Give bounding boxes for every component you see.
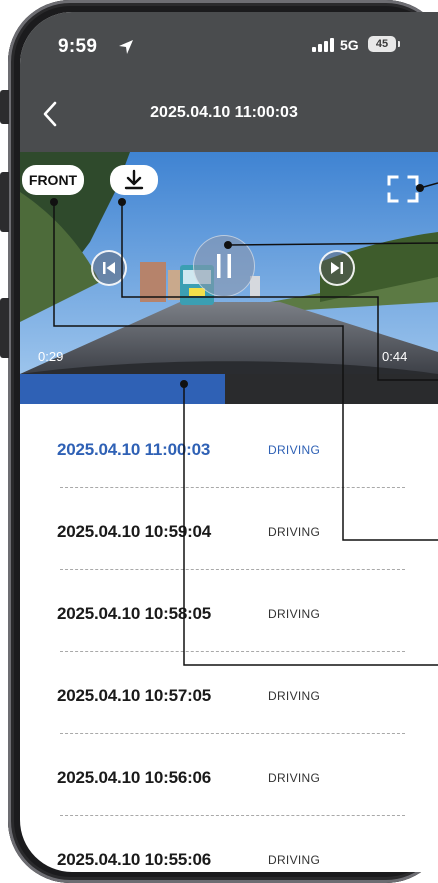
recording-row[interactable]: 2025.04.10 10:58:05 DRIVING (20, 594, 438, 634)
skip-previous-icon (103, 262, 115, 274)
network-type: 5G (340, 37, 359, 53)
pause-button[interactable] (193, 235, 255, 297)
status-time: 9:59 (58, 36, 98, 57)
recording-row[interactable]: 2025.04.10 10:56:06 DRIVING (20, 758, 438, 798)
recording-date: 2025.04.10 10:58:05 (57, 604, 212, 623)
header: 9:59 5G 45 2025.04.10 11:00:03 (20, 12, 438, 152)
row-divider (60, 815, 405, 816)
recording-date: 2025.04.10 10:59:04 (57, 522, 212, 541)
recording-date: 2025.04.10 10:56:06 (57, 768, 212, 787)
recording-row[interactable]: 2025.04.10 11:00:03 DRIVING (20, 430, 438, 470)
row-divider (60, 487, 405, 488)
screen: 9:59 5G 45 2025.04.10 11:00:03 FRONT 0:2… (20, 12, 438, 872)
progress-fill (20, 374, 225, 404)
signal-icon (312, 38, 334, 52)
playback-progress-bar[interactable] (20, 374, 438, 404)
row-divider (60, 733, 405, 734)
download-button[interactable] (110, 165, 158, 195)
battery-icon: 45 (368, 36, 400, 52)
skip-next-icon (331, 262, 343, 274)
side-button (0, 90, 9, 124)
previous-button[interactable] (91, 250, 127, 286)
recording-row[interactable]: 2025.04.10 10:57:05 DRIVING (20, 676, 438, 716)
recording-date: 2025.04.10 11:00:03 (57, 440, 211, 459)
recording-status: DRIVING (268, 689, 321, 703)
row-divider (60, 569, 405, 570)
recording-status: DRIVING (268, 525, 321, 539)
volume-up-button (0, 172, 9, 232)
fullscreen-icon[interactable] (386, 174, 420, 204)
recording-date: 2025.04.10 10:57:05 (57, 686, 212, 705)
recording-status: DRIVING (268, 853, 321, 867)
recording-status: DRIVING (268, 443, 321, 457)
recording-date: 2025.04.10 10:55:06 (57, 850, 212, 869)
total-duration: 0:44 (382, 349, 408, 364)
elapsed-time: 0:29 (38, 349, 64, 364)
next-button[interactable] (319, 250, 355, 286)
recording-row[interactable]: 2025.04.10 10:59:04 DRIVING (20, 512, 438, 552)
row-divider (60, 651, 405, 652)
download-icon (124, 169, 144, 190)
location-arrow-icon (119, 40, 133, 54)
volume-down-button (0, 298, 9, 358)
recording-status: DRIVING (268, 607, 321, 621)
recording-row[interactable]: 2025.04.10 10:55:06 DRIVING (20, 840, 438, 872)
camera-label[interactable]: FRONT (22, 165, 84, 195)
recording-status: DRIVING (268, 771, 321, 785)
pause-icon (217, 254, 231, 278)
page-title: 2025.04.10 11:00:03 (150, 104, 298, 121)
video-player[interactable]: FRONT 0:29 0:44 (20, 152, 438, 374)
